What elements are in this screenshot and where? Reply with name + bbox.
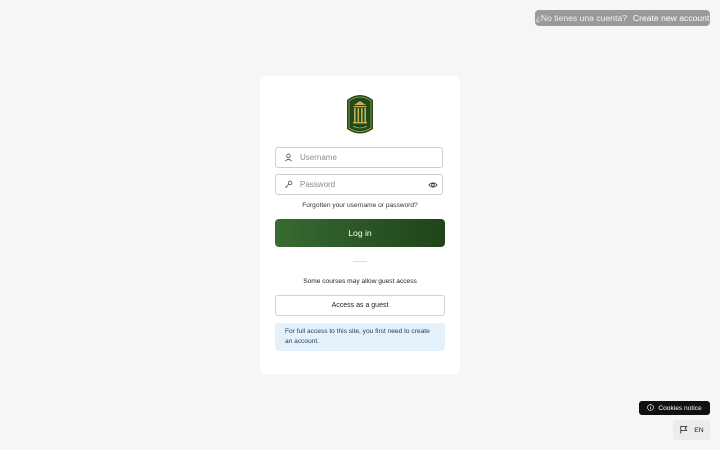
user-icon [276, 153, 300, 162]
password-input[interactable] [300, 180, 424, 189]
language-label: EN [694, 426, 704, 434]
guest-access-button[interactable]: Access as a guest [275, 295, 445, 316]
eye-icon[interactable] [424, 181, 442, 189]
language-selector[interactable]: EN [673, 420, 710, 440]
login-card: Forgotten your username or password? Log… [260, 76, 460, 374]
university-crest-icon [347, 95, 373, 134]
divider [353, 261, 367, 262]
create-account-link[interactable]: Create new account [633, 13, 709, 23]
guest-access-note: Some courses may allow guest access [303, 278, 417, 285]
info-alert: For full access to this site, you first … [275, 323, 445, 351]
cookies-notice-button[interactable]: Cookies notice [639, 401, 710, 415]
username-field[interactable] [275, 147, 443, 168]
cookies-notice-label: Cookies notice [658, 404, 702, 412]
username-input[interactable] [300, 153, 442, 162]
login-button[interactable]: Log in [275, 219, 445, 247]
info-circle-icon [647, 403, 655, 413]
key-icon [276, 180, 300, 189]
password-field[interactable] [275, 174, 443, 195]
signup-question: ¿No tienes una cuenta? [535, 13, 627, 23]
forgot-password-link[interactable]: Forgotten your username or password? [260, 202, 460, 209]
flag-icon [679, 425, 688, 436]
signup-banner: ¿No tienes una cuenta? Create new accoun… [535, 10, 710, 26]
